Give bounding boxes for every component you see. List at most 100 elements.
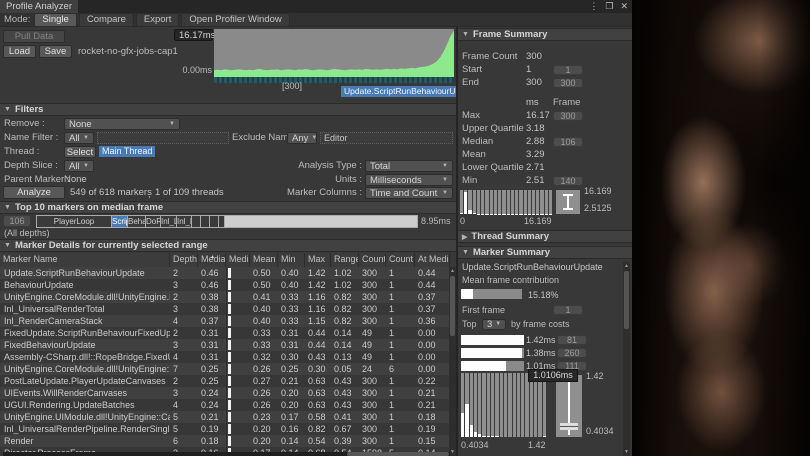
- tab-export[interactable]: Export: [136, 13, 179, 27]
- top10-segment[interactable]: [209, 215, 218, 228]
- marker-summary-scrollbar[interactable]: ▲ ▼: [623, 262, 630, 456]
- save-button[interactable]: Save: [39, 45, 72, 58]
- scroll-down-icon[interactable]: ▼: [449, 448, 456, 456]
- cell-count: 300: [359, 291, 386, 303]
- analyze-button[interactable]: Analyze: [3, 186, 65, 199]
- thread-value-chip[interactable]: Main Thread: [99, 146, 155, 157]
- table-row[interactable]: PostLateUpdate.PlayerUpdateCanvases20.25…: [0, 375, 450, 387]
- top10-segment[interactable]: [191, 215, 200, 228]
- column-header[interactable]: Count Fr: [386, 253, 415, 267]
- table-row[interactable]: FixedUpdate.ScriptRunBehaviourFixedUpdat…: [0, 327, 450, 339]
- frame-summary-header[interactable]: ▼ Frame Summary: [458, 28, 632, 41]
- units-dropdown[interactable]: Milliseconds▼: [365, 174, 453, 186]
- column-header[interactable]: Count: [359, 253, 386, 267]
- scroll-up-icon[interactable]: ▲: [449, 267, 456, 275]
- table-row[interactable]: Inl_RenderCameraStack40.370.400.331.150.…: [0, 315, 450, 327]
- table-row[interactable]: UnityEngine.UIModule.dll!UnityEngine::Ca…: [0, 411, 450, 423]
- column-header[interactable]: Max: [305, 253, 331, 267]
- table-row[interactable]: UnityEngine.CoreModule.dll!UnityEngine::…: [0, 363, 450, 375]
- chart-selection-strip[interactable]: [214, 77, 454, 83]
- table-row[interactable]: UGUI.Rendering.UpdateBatches40.240.260.2…: [0, 399, 450, 411]
- frame-summary-histogram[interactable]: [460, 190, 552, 214]
- stat-frame-button[interactable]: 300: [553, 78, 583, 88]
- histogram-bucket: [498, 190, 501, 214]
- table-row[interactable]: Render60.180.200.140.540.3930010.15: [0, 435, 450, 447]
- top10-segment[interactable]: Scrip: [111, 215, 127, 228]
- cell-depth: 3: [170, 387, 198, 399]
- cost-frame-button[interactable]: 260: [557, 348, 587, 358]
- name-filter-dropdown[interactable]: All▼: [64, 132, 94, 144]
- close-icon[interactable]: ✕: [620, 0, 628, 13]
- stat-frame-button[interactable]: 140: [553, 176, 583, 186]
- marker-summary-histogram[interactable]: [461, 373, 546, 437]
- table-vertical-scrollbar[interactable]: ▲ ▼: [449, 267, 456, 456]
- column-header[interactable]: Range: [331, 253, 359, 267]
- stat-frame-button[interactable]: 1: [553, 65, 583, 75]
- remove-dropdown[interactable]: None▼: [64, 118, 180, 130]
- tab-compare[interactable]: Compare: [79, 13, 134, 27]
- top10-segment[interactable]: DoR: [145, 215, 160, 228]
- cell-mean: 0.26: [250, 363, 278, 375]
- menu-icon[interactable]: ⋮: [589, 0, 598, 13]
- cell-depth: 3: [170, 339, 198, 351]
- column-header[interactable]: Marker Name: [0, 253, 170, 267]
- top10-segment[interactable]: Inl_L: [160, 215, 176, 228]
- marker-summary-header[interactable]: ▼ Marker Summary: [458, 246, 632, 259]
- scroll-down-icon[interactable]: ▼: [623, 448, 630, 456]
- analysis-type-dropdown[interactable]: Total▼: [365, 160, 453, 172]
- median-bar: [228, 400, 231, 410]
- filters-header[interactable]: ▼ Filters: [0, 103, 456, 116]
- chart-scale-dropdown[interactable]: 16.17ms▼: [174, 29, 213, 41]
- load-button[interactable]: Load: [3, 45, 36, 58]
- cell-mean: 0.32: [250, 351, 278, 363]
- table-horizontal-scrollbar[interactable]: [3, 452, 450, 456]
- table-row[interactable]: BehaviourUpdate30.460.500.401.421.023001…: [0, 279, 450, 291]
- first-frame-button[interactable]: 1: [553, 305, 583, 315]
- cost-frame-button[interactable]: 81: [557, 335, 587, 345]
- stat-frame-button[interactable]: 106: [553, 137, 583, 147]
- column-header[interactable]: Depth: [170, 253, 198, 267]
- thread-summary-header[interactable]: ▶ Thread Summary: [458, 230, 632, 243]
- top10-frame-button[interactable]: 106: [3, 215, 31, 227]
- stat-frame-button[interactable]: 300: [553, 111, 583, 121]
- marker-columns-dropdown[interactable]: Time and Count▼: [365, 187, 453, 199]
- table-row[interactable]: Inl_UniversalRenderPipeline.RenderSingle…: [0, 423, 450, 435]
- column-header[interactable]: Media: [226, 253, 250, 267]
- exclude-names-dropdown[interactable]: Any▼: [287, 132, 317, 144]
- window-tab[interactable]: Profile Analyzer: [0, 0, 78, 13]
- table-row[interactable]: UIEvents.WillRenderCanvases30.240.260.20…: [0, 387, 450, 399]
- tab-open-profiler-window[interactable]: Open Profiler Window: [181, 13, 289, 27]
- scrollbar-thumb[interactable]: [347, 452, 449, 456]
- column-header[interactable]: Mean: [250, 253, 278, 267]
- exclude-names-input[interactable]: Editor: [320, 132, 453, 144]
- frame-time-chart[interactable]: [214, 29, 454, 77]
- scroll-up-icon[interactable]: ▲: [623, 262, 630, 270]
- marker-details-header[interactable]: ▼ Marker Details for currently selected …: [0, 239, 456, 252]
- top10-segment[interactable]: Inl_P: [176, 215, 191, 228]
- chart-selected-marker[interactable]: Update.ScriptRunBehaviourUpdate: [341, 86, 459, 97]
- pull-data-button[interactable]: Pull Data: [3, 30, 65, 43]
- frame-summary-boxplot[interactable]: [556, 190, 580, 214]
- table-row[interactable]: FixedBehaviourUpdate30.310.330.310.440.1…: [0, 339, 450, 351]
- top10-segment[interactable]: Beha: [127, 215, 145, 228]
- top10-segment[interactable]: [224, 215, 418, 228]
- table-header[interactable]: Marker NameDepthMedia▲MediaMeanMinMaxRan…: [0, 253, 450, 268]
- scrollbar-thumb[interactable]: [450, 276, 455, 336]
- table-row[interactable]: Update.ScriptRunBehaviourUpdate20.460.50…: [0, 267, 450, 279]
- top10-segment[interactable]: [200, 215, 209, 228]
- tab-single[interactable]: Single: [34, 13, 76, 27]
- name-filter-input[interactable]: [97, 132, 229, 144]
- depth-slice-dropdown[interactable]: All▼: [64, 160, 94, 172]
- maximize-icon[interactable]: ❐: [605, 0, 613, 13]
- marker-summary-boxplot[interactable]: [556, 375, 582, 437]
- column-header[interactable]: Min: [278, 253, 305, 267]
- table-row[interactable]: Assembly-CSharp.dll!::RopeBridge.FixedUp…: [0, 351, 450, 363]
- top-n-dropdown[interactable]: 3▼: [482, 319, 506, 330]
- table-row[interactable]: UnityEngine.CoreModule.dll!UnityEngine.R…: [0, 291, 450, 303]
- thread-select-button[interactable]: Select: [64, 146, 96, 158]
- column-header[interactable]: Media▲: [198, 253, 226, 267]
- scrollbar-thumb[interactable]: [624, 271, 629, 329]
- top10-header[interactable]: ▼ Top 10 markers on median frame: [0, 201, 456, 214]
- column-header[interactable]: At Median F: [415, 253, 450, 267]
- table-row[interactable]: Inl_UniversalRenderTotal30.380.400.331.1…: [0, 303, 450, 315]
